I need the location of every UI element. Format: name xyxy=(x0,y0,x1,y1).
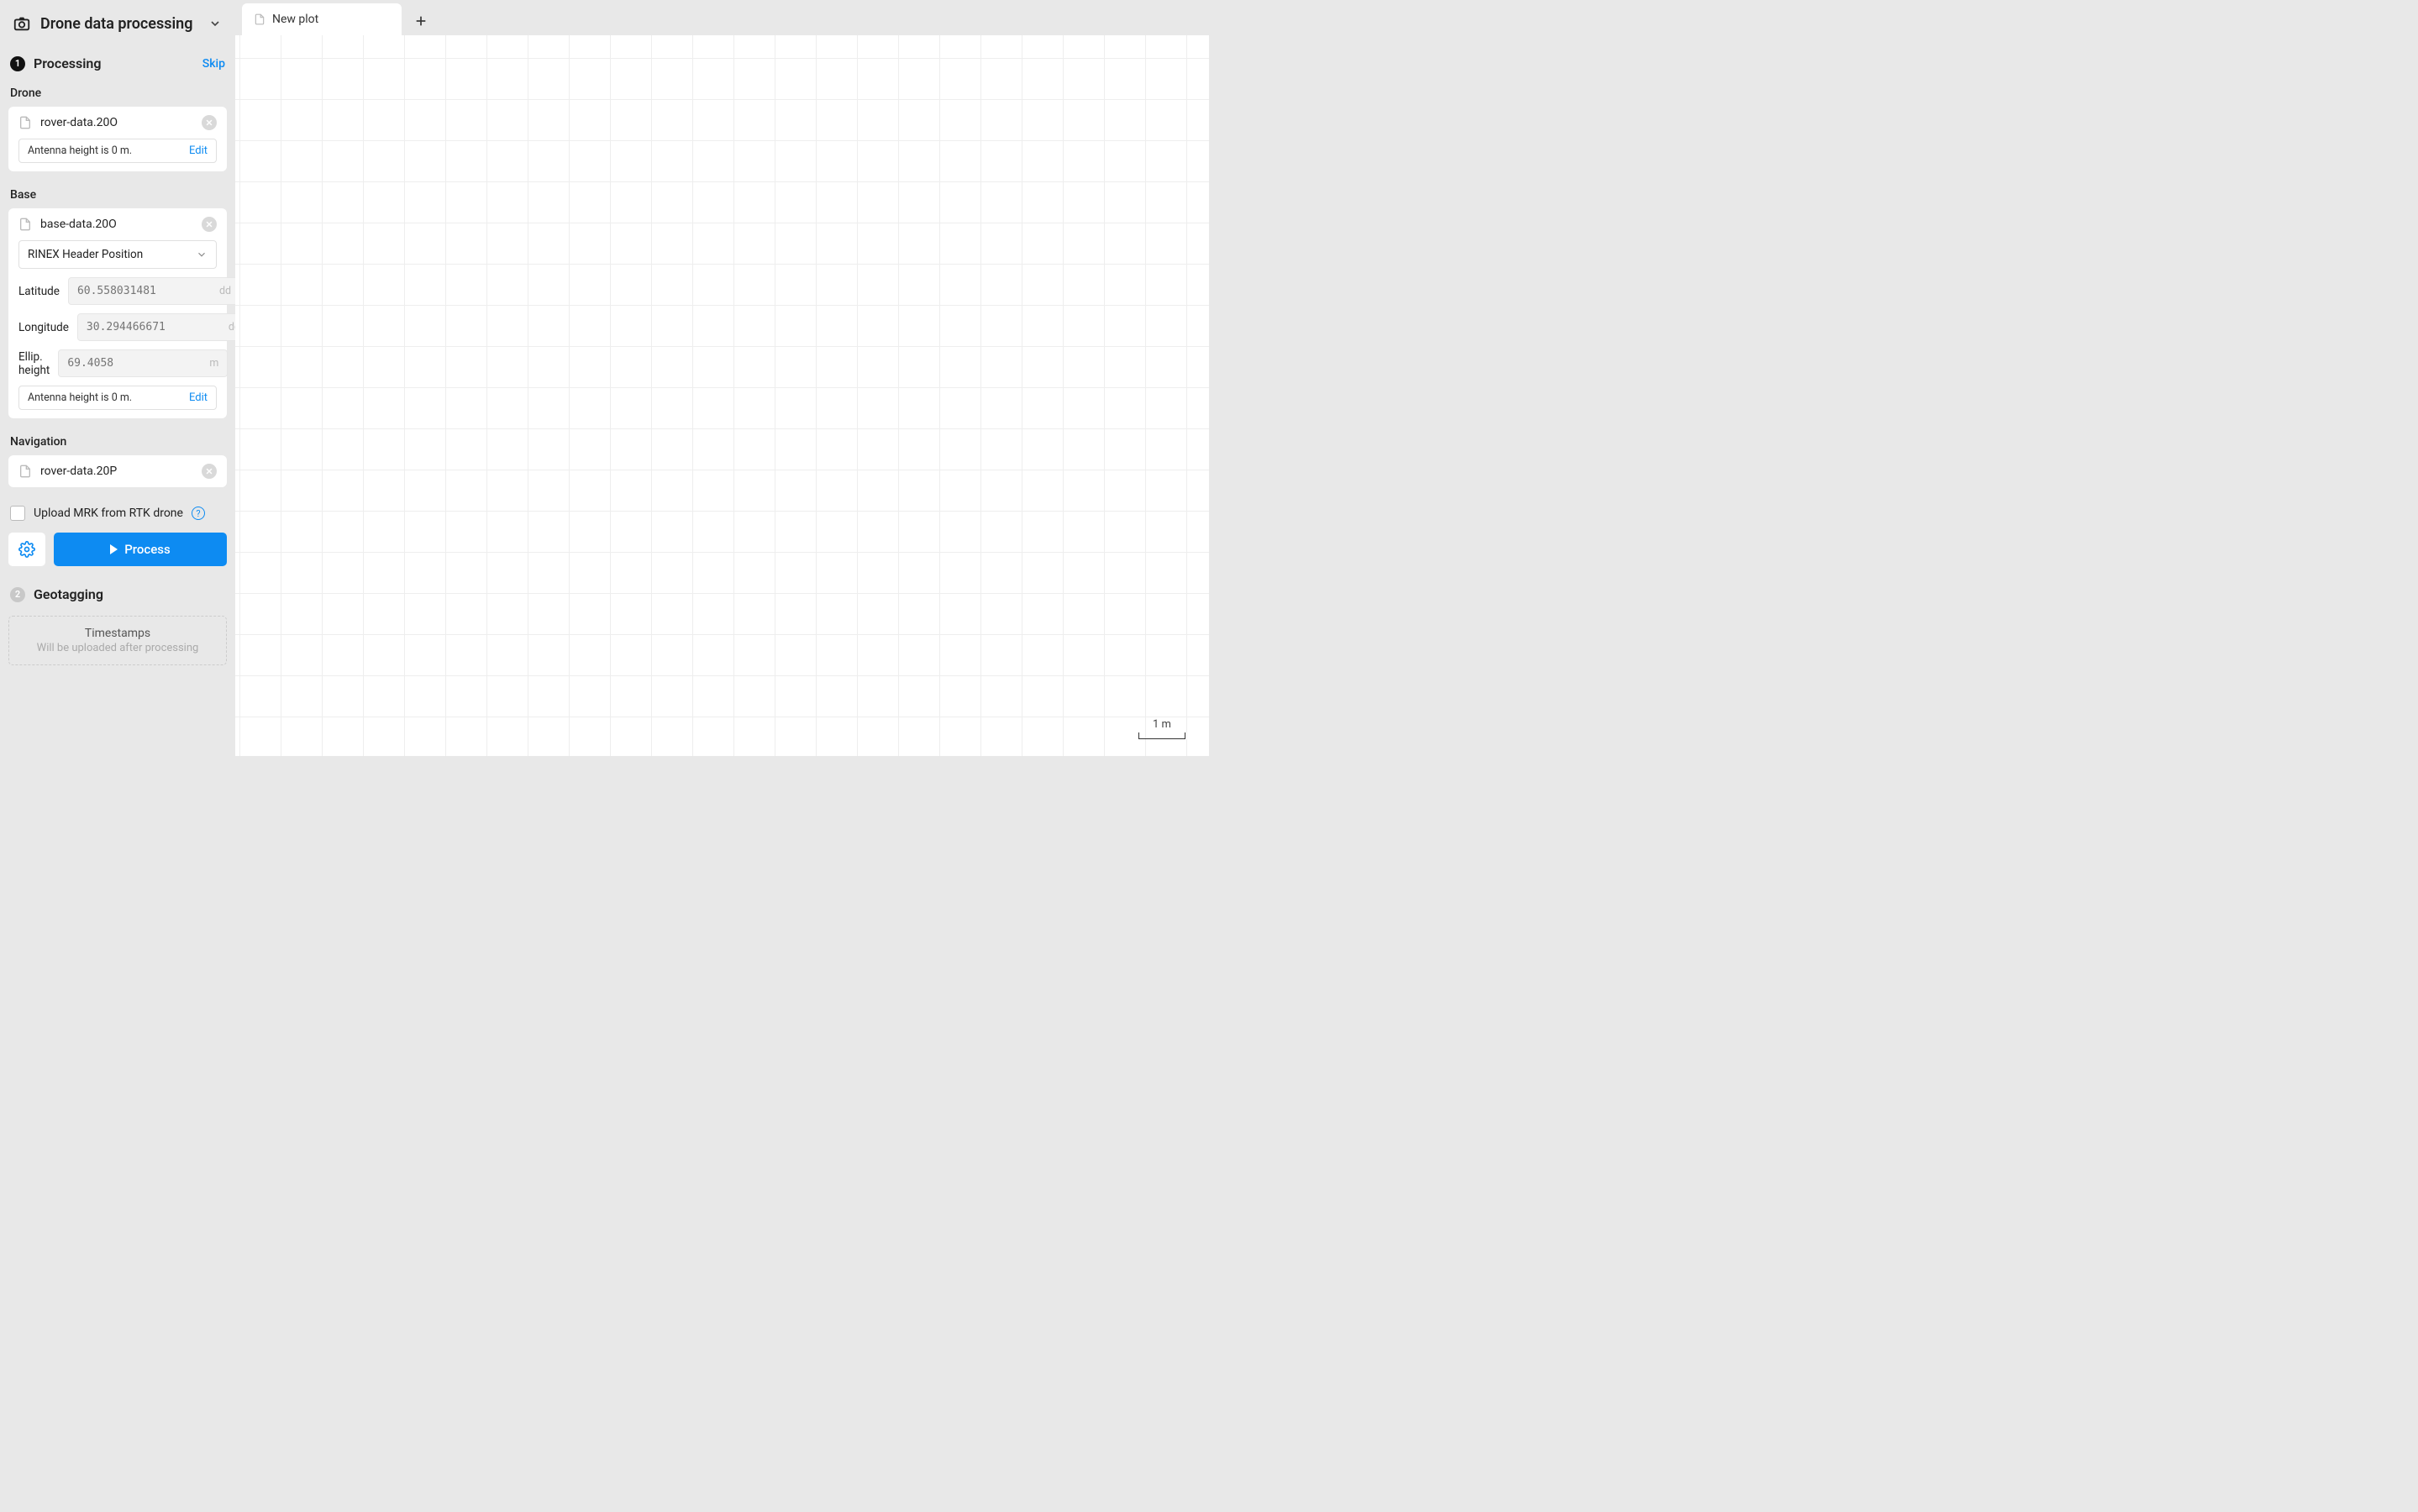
drone-file-remove[interactable] xyxy=(202,115,217,130)
latitude-input[interactable] xyxy=(77,285,219,297)
nav-file-name: rover-data.20P xyxy=(40,465,193,478)
drone-antenna-text: Antenna height is 0 m. xyxy=(28,144,132,157)
nav-file-remove[interactable] xyxy=(202,464,217,479)
tab-bar: New plot xyxy=(235,0,1209,35)
settings-button[interactable] xyxy=(8,533,45,566)
step-processing-title: Processing xyxy=(34,55,194,71)
chevron-down-icon[interactable] xyxy=(207,15,223,32)
nav-section-label: Navigation xyxy=(0,430,235,455)
base-file-name: base-data.20O xyxy=(40,218,193,231)
nav-card: rover-data.20P xyxy=(8,455,227,487)
timestamps-title: Timestamps xyxy=(19,627,216,640)
file-icon xyxy=(18,116,32,129)
add-tab-button[interactable] xyxy=(407,7,435,35)
skip-link[interactable]: Skip xyxy=(202,57,225,71)
tab-new-plot[interactable]: New plot xyxy=(242,3,402,35)
process-label: Process xyxy=(124,542,171,557)
height-unit: m xyxy=(209,357,218,370)
latitude-row: Latitude dd xyxy=(18,277,217,305)
action-row: Process xyxy=(0,533,235,581)
drone-section-label: Drone xyxy=(0,81,235,107)
step-geotagging-header: 2 Geotagging xyxy=(0,581,235,612)
scale-indicator: 1 m xyxy=(1138,718,1185,739)
plot-canvas[interactable]: 1 m xyxy=(235,35,1209,756)
file-icon xyxy=(18,465,32,478)
base-antenna-text: Antenna height is 0 m. xyxy=(28,391,132,404)
scale-bar xyxy=(1138,732,1185,739)
mrk-checkbox[interactable] xyxy=(10,506,25,521)
height-row: Ellip. height m xyxy=(18,349,217,377)
nav-file-row: rover-data.20P xyxy=(18,464,217,479)
drone-file-row: rover-data.20O xyxy=(18,115,217,130)
base-file-remove[interactable] xyxy=(202,217,217,232)
step-1-badge: 1 xyxy=(10,56,25,71)
base-antenna-row: Antenna height is 0 m. Edit xyxy=(18,386,217,410)
camera-icon xyxy=(12,13,32,34)
base-section-label: Base xyxy=(0,183,235,208)
step-geotagging-title: Geotagging xyxy=(34,586,225,602)
position-mode-value: RINEX Header Position xyxy=(28,248,143,261)
base-antenna-edit[interactable]: Edit xyxy=(189,391,208,404)
longitude-label: Longitude xyxy=(18,321,69,334)
latitude-label: Latitude xyxy=(18,285,60,298)
help-icon[interactable]: ? xyxy=(192,507,205,520)
drone-card: rover-data.20O Antenna height is 0 m. Ed… xyxy=(8,107,227,171)
latitude-input-wrap: dd xyxy=(68,277,240,305)
height-label: Ellip. height xyxy=(18,350,50,377)
step-processing-header: 1 Processing Skip xyxy=(0,45,235,81)
drone-antenna-edit[interactable]: Edit xyxy=(189,144,208,157)
longitude-input[interactable] xyxy=(87,321,229,333)
file-icon xyxy=(18,218,32,231)
height-input[interactable] xyxy=(67,357,209,370)
drone-file-name: rover-data.20O xyxy=(40,116,193,129)
base-file-row: base-data.20O xyxy=(18,217,217,232)
base-card: base-data.20O RINEX Header Position Lati… xyxy=(8,208,227,418)
sidebar-header: Drone data processing xyxy=(0,0,235,45)
file-icon xyxy=(254,13,265,25)
play-icon xyxy=(110,544,118,554)
drone-antenna-row: Antenna height is 0 m. Edit xyxy=(18,139,217,163)
latitude-unit: dd xyxy=(219,285,231,297)
mrk-checkbox-label: Upload MRK from RTK drone xyxy=(34,507,183,520)
step-2-badge: 2 xyxy=(10,587,25,602)
timestamps-dropzone[interactable]: Timestamps Will be uploaded after proces… xyxy=(8,616,227,665)
position-mode-select[interactable]: RINEX Header Position xyxy=(18,240,217,269)
height-input-wrap: m xyxy=(58,349,228,377)
longitude-row: Longitude dd xyxy=(18,313,217,341)
tab-label: New plot xyxy=(272,13,318,26)
app-title: Drone data processing xyxy=(40,15,198,33)
longitude-input-wrap: dd xyxy=(77,313,250,341)
scale-label: 1 m xyxy=(1153,718,1171,731)
timestamps-sub: Will be uploaded after processing xyxy=(19,642,216,654)
process-button[interactable]: Process xyxy=(54,533,227,566)
mrk-checkbox-row[interactable]: Upload MRK from RTK drone ? xyxy=(0,499,235,533)
